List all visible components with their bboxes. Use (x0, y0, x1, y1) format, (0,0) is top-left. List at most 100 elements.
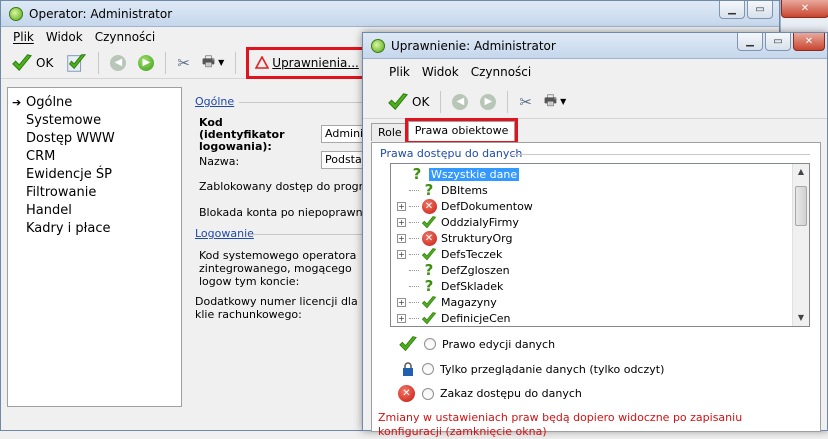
menu-plik[interactable]: Plik (13, 30, 34, 44)
tree-row[interactable]: + DefsTeczek (397, 246, 809, 262)
tree-connector (409, 301, 419, 303)
tree-item-label: Wszystkie dane (429, 167, 520, 181)
scroll-up-icon[interactable]: ▲ (793, 164, 809, 180)
back-button[interactable]: ◀ (106, 50, 130, 76)
dialog-tools-button[interactable]: ✂ (515, 89, 536, 115)
licencja-label: Dodatkowy numer licencji dla klie rachun… (195, 295, 358, 321)
nav-item-dostep-www[interactable]: Dostęp WWW (26, 130, 181, 148)
tree-item-label: DefSkladek (441, 279, 504, 293)
dialog-ok-button[interactable]: OK (383, 89, 433, 115)
deny-icon: ✕ (398, 385, 415, 402)
option-readonly[interactable]: Tylko przeglądanie danych (tylko odczyt) (400, 361, 664, 377)
tree-scrollbar[interactable]: ▲ ▼ (792, 164, 809, 326)
uprawnienia-button[interactable]: Uprawnienia... (246, 46, 368, 79)
tree-row[interactable]: + ✕ DefDokumentow (397, 198, 809, 214)
back-arrow-icon: ◀ (110, 54, 127, 71)
scroll-down-icon[interactable]: ▼ (793, 310, 809, 326)
tree-item-label: Magazyny (441, 295, 497, 309)
check-icon (388, 92, 408, 110)
nazwa-input[interactable]: Podstaw (321, 151, 367, 169)
tools-icon: ✂ (177, 53, 190, 72)
forward-button[interactable]: ▶ (134, 50, 158, 76)
nav-item-systemowe[interactable]: Systemowe (26, 112, 181, 130)
tree-row[interactable]: + ✕ StrukturyOrg (397, 230, 809, 246)
tree-expand-icon[interactable]: + (397, 313, 406, 323)
print-button[interactable]: 🖶 ▼ (198, 50, 228, 76)
menu-czynnosci[interactable]: Czynności (95, 30, 156, 44)
menu-widok[interactable]: Widok (46, 30, 83, 44)
dialog-menu-czynnosci[interactable]: Czynności (471, 65, 532, 79)
kod-label: Kod (identyfikator logowania): (199, 116, 285, 153)
dialog-close-button[interactable]: ✕ (793, 33, 825, 51)
back-arrow-icon: ◀ (452, 93, 469, 110)
kod-input[interactable]: Administ (321, 125, 367, 143)
nav-item-crm[interactable]: CRM (26, 148, 181, 166)
tree-item-label: DefinicjeCen (441, 311, 511, 325)
radio-edit[interactable] (424, 338, 436, 350)
tree-item-label: DefZgloszen (441, 263, 510, 277)
tree-rows: ? Wszystkie dane? DBItems + ✕ DefDokumentow + O… (391, 164, 809, 326)
dialog-forward-button[interactable]: ▶ (476, 89, 500, 115)
dialog-maximize-button[interactable]: ▭ (765, 33, 791, 51)
option-deny[interactable]: ✕ Zakaz dostępu do danych (398, 385, 582, 402)
check-icon (12, 53, 32, 71)
tree-row[interactable]: ? DefSkladek (397, 277, 809, 295)
nav-item-filtrowanie[interactable]: Filtrowanie (26, 184, 181, 202)
tree-expand-icon[interactable]: + (397, 249, 406, 259)
lock-icon (403, 362, 413, 376)
save-apply-button[interactable] (61, 50, 91, 76)
maximize-button[interactable]: ▭ (747, 1, 773, 19)
tab-content: Prawa dostępu do danych ? Wszystkie dane?… (371, 142, 821, 438)
tree-row[interactable]: ? DBItems (397, 181, 809, 199)
tree-expand-icon[interactable]: + (397, 233, 406, 243)
tree-row[interactable]: ? DefZgloszen (397, 261, 809, 279)
nav-item-handel[interactable]: Handel (26, 202, 181, 220)
ok-button[interactable]: OK (7, 50, 57, 76)
dialog-minimize-button[interactable]: ▁ (737, 33, 763, 51)
tree-expand-icon[interactable]: + (397, 201, 406, 211)
tree-row[interactable]: + OddzialyFirmy (397, 214, 809, 230)
deny-icon: ✕ (421, 230, 437, 246)
tree-row[interactable]: + DefinicjeCen (397, 310, 809, 326)
radio-deny[interactable] (422, 387, 434, 400)
tree-item-label: StrukturyOrg (441, 231, 513, 245)
tree-row[interactable]: ? Wszystkie dane (397, 165, 809, 183)
nav-panel: ➔ Ogólne Systemowe Dostęp WWW CRM Ewidenc… (7, 87, 182, 407)
tab-prawa-obiektowe[interactable]: Prawa obiektowe (404, 118, 519, 144)
dialog-window: Uprawnienie: Administrator ▁ ▭ ✕ Plik Wi… (362, 32, 828, 438)
dialog-ok-label: OK (412, 94, 430, 109)
dialog-print-button[interactable]: 🖶 ▼ (540, 89, 570, 115)
dialog-toolbar-separator (440, 90, 442, 113)
tree-expand-icon[interactable]: + (397, 297, 406, 307)
tab-role[interactable]: Role (371, 123, 409, 141)
tree-row[interactable]: + Magazyny (397, 294, 809, 310)
dialog-menu-plik[interactable]: Plik (389, 65, 410, 79)
tree-connector (409, 253, 419, 255)
option-edit[interactable]: Prawo edycji danych (398, 335, 555, 353)
dialog-back-button[interactable]: ◀ (448, 89, 472, 115)
nav-item-ewidencje[interactable]: Ewidencje ŚP (26, 166, 181, 184)
dialog-menu-widok[interactable]: Widok (422, 65, 459, 79)
tools-button[interactable]: ✂ (173, 50, 194, 76)
nav-item-ogolne[interactable]: ➔ Ogólne (12, 94, 181, 112)
tree-connector (409, 221, 419, 223)
minimize-button[interactable]: ▁ (719, 1, 745, 19)
main-titlebar[interactable]: Operator: Administrator ▁ ▭ (1, 1, 779, 27)
dialog-titlebar[interactable]: Uprawnienie: Administrator ▁ ▭ ✕ (363, 33, 827, 59)
kod-systemowy-label: Kod systemowego operatora zintegrowanego… (199, 249, 357, 288)
nav-item-kadry[interactable]: Kadry i płace (26, 220, 181, 238)
radio-readonly[interactable] (422, 363, 434, 375)
question-icon: ? (424, 261, 434, 279)
group-label: Prawa dostępu do danych (380, 147, 523, 160)
tree-connector (409, 189, 419, 191)
tree-item-label: DBItems (441, 183, 488, 197)
app-icon (9, 6, 23, 21)
tree-expand-icon[interactable]: + (397, 217, 406, 227)
chevron-down-icon: ▼ (560, 97, 567, 106)
scroll-thumb[interactable] (795, 186, 807, 226)
permissions-tree[interactable]: ? Wszystkie dane? DBItems + ✕ DefDokumentow + O… (390, 163, 810, 327)
close-button[interactable]: ✕ (781, 0, 828, 18)
